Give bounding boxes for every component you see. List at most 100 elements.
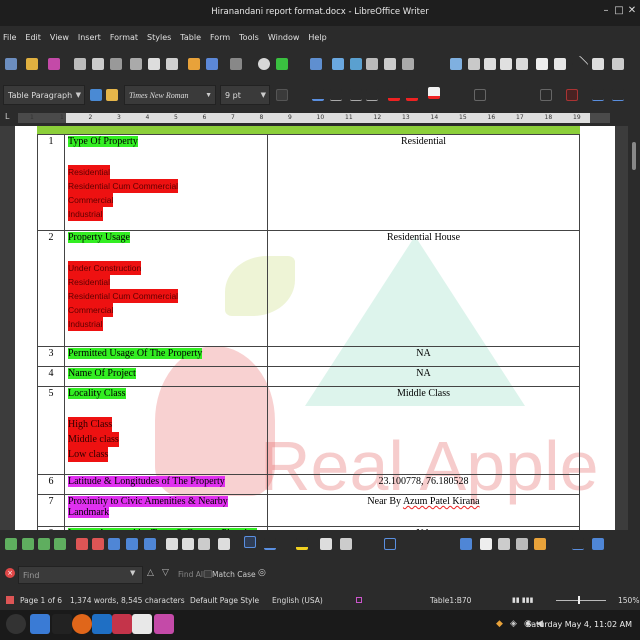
browser-app-icon[interactable] — [72, 614, 92, 634]
cell-align-center-icon[interactable] — [244, 536, 256, 548]
language[interactable]: English (USA) — [272, 596, 323, 605]
update-icon[interactable]: ◆ — [496, 619, 503, 629]
zoom-slider[interactable] — [556, 600, 606, 601]
insert-textbox-icon[interactable] — [366, 58, 378, 70]
print-icon[interactable] — [92, 58, 104, 70]
table-dialog-icon[interactable] — [592, 538, 604, 550]
row-label-cell[interactable]: Latitude & Longitudes of The Property — [64, 474, 268, 495]
delete-columns-icon[interactable] — [92, 538, 104, 550]
copy-icon[interactable] — [148, 58, 160, 70]
insert-cross-reference-icon[interactable] — [516, 58, 528, 70]
font-size-select[interactable]: 9 pt ▼ — [220, 85, 270, 105]
insert-field-icon[interactable] — [402, 58, 414, 70]
row-label-cell[interactable]: Locality Class High Class Middle class Low … — [64, 386, 268, 475]
row-value-cell[interactable]: Residential House — [267, 230, 580, 347]
delete-rows-icon[interactable] — [76, 538, 88, 550]
row-label-cell[interactable]: Name Of Project — [64, 366, 268, 387]
table-insert-icon[interactable] — [5, 538, 17, 550]
row-number[interactable]: 2 — [37, 230, 65, 347]
menu-styles[interactable]: Styles — [147, 33, 171, 42]
row-value-cell[interactable]: Residential — [267, 134, 580, 231]
insert-columns-icon[interactable] — [144, 538, 156, 550]
row-number[interactable]: 7 — [37, 494, 65, 527]
document-canvas[interactable]: Real Apple 1 Type Of Property Residential R… — [0, 126, 640, 530]
table-border-color-icon[interactable] — [54, 538, 66, 550]
selection-mode-icon[interactable] — [356, 597, 362, 603]
menu-view[interactable]: View — [50, 33, 69, 42]
row-number[interactable]: 3 — [37, 346, 65, 367]
cut-icon[interactable] — [130, 58, 142, 70]
strikethrough-icon[interactable] — [330, 89, 342, 101]
image-viewer-app-icon[interactable] — [112, 614, 132, 634]
table-properties-icon[interactable] — [340, 538, 352, 550]
zoom-level[interactable]: 150% — [618, 596, 639, 605]
insert-hyperlink-icon[interactable] — [450, 58, 462, 70]
insert-image-icon[interactable] — [332, 58, 344, 70]
row-value-cell[interactable]: NA — [267, 366, 580, 387]
row-number[interactable]: 6 — [37, 474, 65, 495]
font-name-select[interactable]: Times New Roman ▼ — [124, 85, 216, 105]
row-label-cell[interactable]: Property Usage Under Construction Resident… — [64, 230, 268, 347]
menu-file[interactable]: File — [3, 33, 16, 42]
track-changes-icon[interactable] — [554, 58, 566, 70]
insert-caption-icon[interactable] — [516, 538, 528, 550]
find-replace-dialog-icon[interactable]: ◎ — [258, 568, 266, 578]
horizontal-ruler[interactable]: L 1 1 2 3 4 5 6 7 8 9 10 11 12 13 14 15 16 17 18 19 — [0, 110, 640, 126]
page-count[interactable]: Page 1 of 6 — [20, 596, 62, 605]
writer-app-icon[interactable] — [132, 614, 152, 634]
row-number[interactable]: 1 — [37, 134, 65, 231]
page-style[interactable]: Default Page Style — [190, 596, 259, 605]
font-color-icon[interactable] — [388, 89, 400, 101]
scrollbar-thumb[interactable] — [632, 142, 636, 170]
insert-table-icon[interactable] — [310, 58, 322, 70]
find-previous-icon[interactable]: △ — [147, 568, 154, 578]
highlight-color-icon[interactable] — [406, 89, 418, 101]
vertical-scrollbar[interactable] — [628, 126, 640, 530]
view-layout-icon[interactable]: ▮▮ ▮▮▮ — [512, 596, 534, 604]
cell-align-top-icon[interactable] — [218, 538, 230, 550]
superscript-icon[interactable] — [350, 89, 362, 101]
row-value-cell[interactable]: NA — [267, 346, 580, 367]
taskbar-clock[interactable]: Saturday May 4, 11:02 AM — [526, 620, 632, 629]
row-number[interactable]: 5 — [37, 386, 65, 475]
number-format-icon[interactable] — [320, 538, 332, 550]
open-folder-icon[interactable] — [26, 58, 38, 70]
line-spacing-icon[interactable] — [540, 89, 552, 101]
terminal-app-icon[interactable] — [52, 614, 72, 634]
cell-align-bottom-icon[interactable] — [264, 538, 276, 550]
find-input[interactable]: Find — [18, 566, 143, 584]
insert-rows-below-icon[interactable] — [126, 538, 138, 550]
tab-stop-icon[interactable]: L — [5, 112, 9, 121]
maximize-icon[interactable]: □ — [613, 5, 625, 16]
vscode-app-icon[interactable] — [92, 614, 112, 634]
find-next-icon[interactable]: ▽ — [162, 568, 169, 578]
row-number[interactable]: 4 — [37, 366, 65, 387]
formula-icon[interactable] — [572, 538, 584, 550]
sort-icon[interactable] — [498, 538, 510, 550]
underline-icon[interactable] — [312, 89, 324, 101]
paragraph-style-select[interactable]: Table Paragraph ▼ — [3, 85, 85, 105]
menu-tools[interactable]: Tools — [239, 33, 259, 42]
insert-page-break-icon[interactable] — [384, 58, 396, 70]
insert-endnote-icon[interactable] — [484, 58, 496, 70]
print-preview-icon[interactable] — [110, 58, 122, 70]
protect-cells-icon[interactable] — [534, 538, 546, 550]
match-case-checkbox[interactable] — [204, 570, 212, 578]
optimize-size-icon[interactable] — [198, 538, 210, 550]
more-toolbar-icon[interactable] — [612, 58, 624, 70]
menu-table[interactable]: Table — [180, 33, 201, 42]
menu-window[interactable]: Window — [268, 33, 300, 42]
row-value-cell[interactable]: Near By Azum Patel Kirana — [267, 494, 580, 527]
insert-comment-icon[interactable] — [536, 58, 548, 70]
word-count[interactable]: 1,374 words, 8,545 characters — [70, 596, 185, 605]
clone-formatting-icon[interactable] — [188, 58, 200, 70]
select-cell-icon[interactable] — [480, 538, 492, 550]
menu-edit[interactable]: Edit — [25, 33, 41, 42]
align-left-icon[interactable] — [474, 89, 486, 101]
table-border-style-icon[interactable] — [38, 538, 50, 550]
table-cell-background-icon[interactable] — [296, 538, 308, 550]
insert-footnote-icon[interactable] — [468, 58, 480, 70]
row-label-cell[interactable]: Type Of Property Residential Residential C… — [64, 134, 268, 231]
row-value-cell[interactable]: 23.100778, 76.180528 — [267, 474, 580, 495]
basic-shapes-icon[interactable] — [592, 58, 604, 70]
